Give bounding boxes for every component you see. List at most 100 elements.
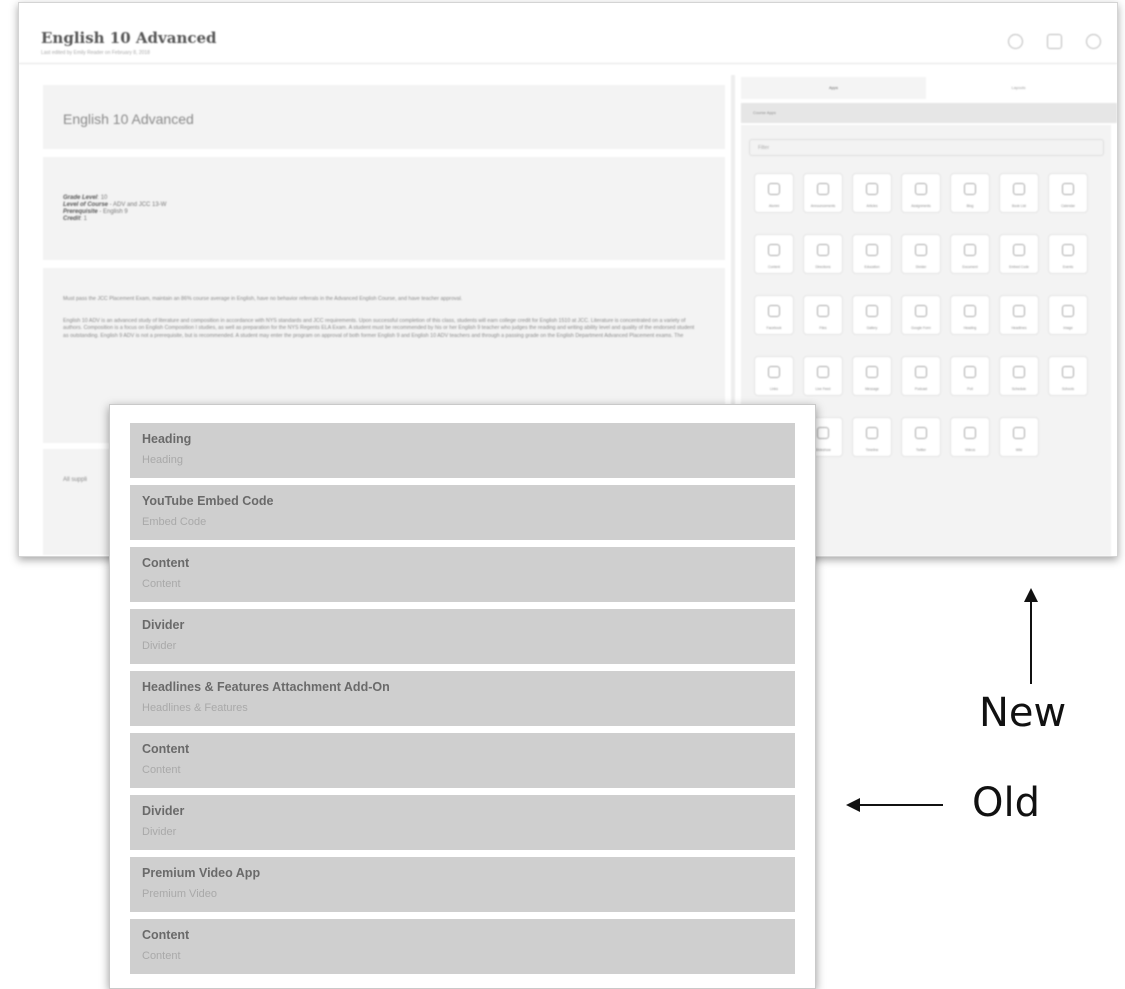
- content-block-row[interactable]: Premium Video App Premium Video: [130, 857, 795, 912]
- app-tile-icon: [964, 366, 976, 378]
- app-tile-label: Directions: [815, 265, 831, 269]
- app-tile-icon: [817, 427, 829, 439]
- app-tile[interactable]: Podcast: [901, 356, 941, 396]
- row-title: Premium Video App: [142, 866, 261, 880]
- app-tile[interactable]: Education: [852, 234, 892, 274]
- description-para-1: Must pass the JCC Placement Exam, mainta…: [63, 296, 463, 302]
- app-tile[interactable]: Image: [1048, 295, 1088, 335]
- app-tile-label: Divider: [915, 265, 927, 269]
- app-tile[interactable]: Content: [754, 234, 794, 274]
- app-tile[interactable]: Facebook: [754, 295, 794, 335]
- app-tile-label: Document: [962, 265, 978, 269]
- content-block-row[interactable]: Content Content: [130, 733, 795, 788]
- app-tile-icon: [915, 183, 927, 195]
- app-tile-icon: [1062, 244, 1074, 256]
- tab-layouts[interactable]: Layouts: [926, 77, 1111, 99]
- app-tile-label: Links: [770, 387, 778, 391]
- row-subtitle: Premium Video: [142, 888, 217, 900]
- app-tile-icon: [964, 305, 976, 317]
- app-tile-icon: [768, 366, 780, 378]
- meta-prereq: Prerequisite - English 9: [63, 209, 128, 215]
- app-tile[interactable]: Announcements: [803, 173, 843, 213]
- app-tile[interactable]: Calendar: [1048, 173, 1088, 213]
- arrow-up-line: [1030, 600, 1032, 684]
- row-title: Divider: [142, 804, 185, 818]
- app-tile-icon: [964, 183, 976, 195]
- app-tile[interactable]: Assignments: [901, 173, 941, 213]
- heading-block[interactable]: English 10 Advanced: [43, 85, 725, 149]
- course-meta-block[interactable]: Grade Level: 10 Level of Course - ADV an…: [43, 157, 725, 260]
- app-tile[interactable]: Book List: [999, 173, 1039, 213]
- app-tile[interactable]: Links: [754, 356, 794, 396]
- app-tile-icon: [817, 305, 829, 317]
- app-tile[interactable]: Embed Code: [999, 234, 1039, 274]
- app-tile[interactable]: Directions: [803, 234, 843, 274]
- app-tile-label: Live Feed: [815, 387, 831, 391]
- app-tile-label: Events: [1062, 265, 1074, 269]
- new-label: New: [979, 690, 1067, 736]
- tab-apps[interactable]: Apps: [741, 77, 926, 99]
- app-tile-icon: [1013, 244, 1025, 256]
- app-tile[interactable]: Twitter: [901, 417, 941, 457]
- app-tile-icon: [768, 183, 780, 195]
- meta-credit: Credit: 1: [63, 216, 88, 222]
- app-tile[interactable]: Document: [950, 234, 990, 274]
- content-block-row[interactable]: Divider Divider: [130, 609, 795, 664]
- filter-input[interactable]: Filter: [749, 139, 1104, 156]
- app-tile[interactable]: Schedule: [999, 356, 1039, 396]
- app-tile[interactable]: Heading: [950, 295, 990, 335]
- app-tile[interactable]: Poll: [950, 356, 990, 396]
- page-subtitle: Last edited by Emily Reader on February …: [41, 50, 150, 56]
- meta-level: Level of Course - ADV and JCC 13-W: [63, 202, 167, 208]
- content-block-row[interactable]: Headlines & Features Attachment Add-On He…: [130, 671, 795, 726]
- app-tile[interactable]: Divider: [901, 234, 941, 274]
- content-block-row[interactable]: Divider Divider: [130, 795, 795, 850]
- page-title: English 10 Advanced: [41, 29, 217, 47]
- app-tile[interactable]: Google Form: [901, 295, 941, 335]
- app-tile[interactable]: Timeline: [852, 417, 892, 457]
- app-tile[interactable]: Videos: [950, 417, 990, 457]
- app-tile[interactable]: Schools: [1048, 356, 1088, 396]
- course-meta-list: Grade Level: 10 Level of Course - ADV an…: [63, 195, 166, 223]
- row-subtitle: Embed Code: [142, 516, 207, 528]
- app-tile-label: Alumni: [768, 204, 780, 208]
- app-tile[interactable]: Headlines: [999, 295, 1039, 335]
- app-tile-icon: [915, 244, 927, 256]
- content-block-row[interactable]: Heading Heading: [130, 423, 795, 478]
- row-title: Content: [142, 556, 190, 570]
- content-block-row[interactable]: Content Content: [130, 547, 795, 602]
- app-tile-icon: [1062, 305, 1074, 317]
- app-tile-label: Book List: [1012, 204, 1026, 208]
- app-tile-label: Podcast: [914, 387, 928, 391]
- app-tile-label: Videos: [964, 448, 976, 452]
- save-icon[interactable]: [1047, 34, 1062, 49]
- app-tile-icon: [964, 427, 976, 439]
- app-tile-icon: [866, 183, 878, 195]
- settings-icon[interactable]: [1086, 34, 1101, 49]
- app-tile[interactable]: Blog: [950, 173, 990, 213]
- section-header[interactable]: Course Apps: [741, 103, 1117, 123]
- app-tile[interactable]: Message: [852, 356, 892, 396]
- content-block-row[interactable]: YouTube Embed Code Embed Code: [130, 485, 795, 540]
- app-tile-icon: [1013, 427, 1025, 439]
- app-tile[interactable]: Gallery: [852, 295, 892, 335]
- app-tile-label: Calendar: [1061, 204, 1075, 208]
- app-tile[interactable]: Live Feed: [803, 356, 843, 396]
- app-tile[interactable]: Alumni: [754, 173, 794, 213]
- app-tile-icon: [768, 305, 780, 317]
- arrow-left-line: [860, 804, 943, 806]
- panel-tabs: Apps Layouts: [741, 77, 1111, 99]
- app-tile[interactable]: Events: [1048, 234, 1088, 274]
- row-title: Content: [142, 742, 190, 756]
- app-tile-icon: [1013, 305, 1025, 317]
- app-tile[interactable]: Articles: [852, 173, 892, 213]
- app-tile-icon: [1062, 183, 1074, 195]
- row-subtitle: Heading: [142, 454, 183, 466]
- row-title: Headlines & Features Attachment Add-On: [142, 680, 390, 694]
- content-block-row[interactable]: Content Content: [130, 919, 795, 974]
- preview-icon[interactable]: [1008, 34, 1023, 49]
- app-tile-label: Gallery: [866, 326, 878, 330]
- app-tile[interactable]: Files: [803, 295, 843, 335]
- app-tile-label: Heading: [963, 326, 977, 330]
- app-tile[interactable]: Wiki: [999, 417, 1039, 457]
